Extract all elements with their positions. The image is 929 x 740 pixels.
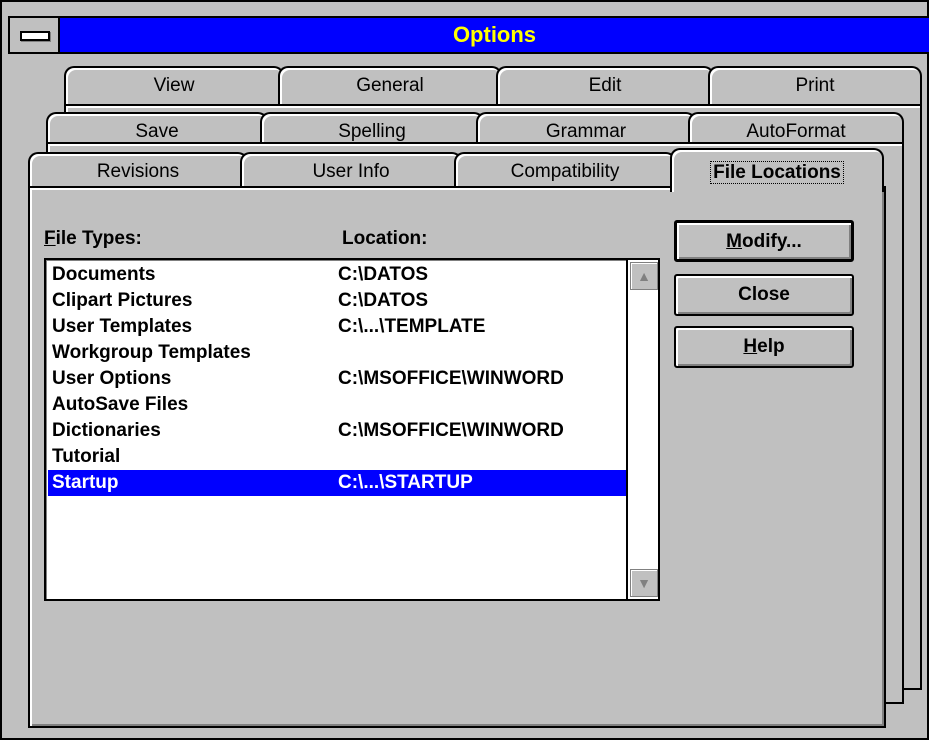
title-bar[interactable]: Options [8, 16, 929, 54]
location-cell: C:\MSOFFICE\WINWORD [338, 420, 564, 441]
file-locations-list[interactable]: Documents C:\DATOS Clipart Pictures C:\DAT… [44, 258, 660, 601]
file-type-cell: Clipart Pictures [52, 290, 193, 311]
list-item[interactable]: Workgroup Templates [48, 340, 626, 366]
list-item-selected[interactable]: Startup C:\...\STARTUP [48, 470, 626, 496]
location-header: Location: [342, 228, 428, 249]
system-menu-icon[interactable] [10, 18, 60, 52]
down-arrow-icon[interactable]: ▼ [630, 569, 658, 597]
tab-edit[interactable]: Edit [496, 66, 714, 104]
list-item[interactable]: Dictionaries C:\MSOFFICE\WINWORD [48, 418, 626, 444]
tab-file-locations[interactable]: File Locations [670, 148, 884, 192]
file-type-cell: Workgroup Templates [52, 342, 251, 363]
list-item[interactable]: Tutorial [48, 444, 626, 470]
location-cell: C:\MSOFFICE\WINWORD [338, 368, 564, 389]
help-mnemonic: H [743, 336, 758, 357]
file-type-cell: Dictionaries [52, 420, 161, 441]
location-cell: C:\DATOS [338, 290, 429, 311]
tab-general[interactable]: General [278, 66, 502, 104]
tab-revisions[interactable]: Revisions [28, 152, 248, 190]
tab-user-info[interactable]: User Info [240, 152, 462, 190]
tab-compatibility[interactable]: Compatibility [454, 152, 676, 190]
location-cell: C:\...\TEMPLATE [338, 316, 486, 337]
list-item[interactable]: User Templates C:\...\TEMPLATE [48, 314, 626, 340]
file-type-cell: Tutorial [52, 446, 121, 467]
up-arrow-icon[interactable]: ▲ [630, 262, 658, 290]
options-dialog: Options View General Edit Print Save Spe… [0, 0, 929, 740]
modify-mnemonic: M [726, 231, 742, 252]
modify-button[interactable]: Modify... [674, 220, 854, 262]
modify-label-rest: odify... [742, 231, 802, 252]
file-type-cell: User Options [52, 368, 172, 389]
tab-view[interactable]: View [64, 66, 284, 104]
close-button[interactable]: Close [674, 274, 854, 316]
location-cell: C:\...\STARTUP [338, 472, 473, 493]
help-button[interactable]: Help [674, 326, 854, 368]
list-item[interactable]: Documents C:\DATOS [48, 262, 626, 288]
location-cell: C:\DATOS [338, 264, 429, 285]
vertical-scrollbar[interactable]: ▲ ▼ [626, 260, 658, 599]
help-label-rest: elp [757, 336, 785, 357]
file-type-cell: AutoSave Files [52, 394, 189, 415]
file-types-header: File Types: [44, 228, 142, 250]
list-item[interactable]: User Options C:\MSOFFICE\WINWORD [48, 366, 626, 392]
file-types-header-rest: ile Types: [55, 228, 142, 249]
list-item[interactable]: AutoSave Files [48, 392, 626, 418]
file-type-cell: User Templates [52, 316, 193, 337]
tab-print[interactable]: Print [708, 66, 922, 104]
tab-file-locations-label: File Locations [710, 161, 844, 184]
list-item[interactable]: Clipart Pictures C:\DATOS [48, 288, 626, 314]
file-types-header-mnemonic: F [44, 228, 56, 249]
file-type-cell: Documents [52, 264, 156, 285]
file-type-cell: Startup [52, 472, 119, 493]
window-title: Options [452, 22, 537, 47]
system-menu-bar [20, 31, 50, 41]
